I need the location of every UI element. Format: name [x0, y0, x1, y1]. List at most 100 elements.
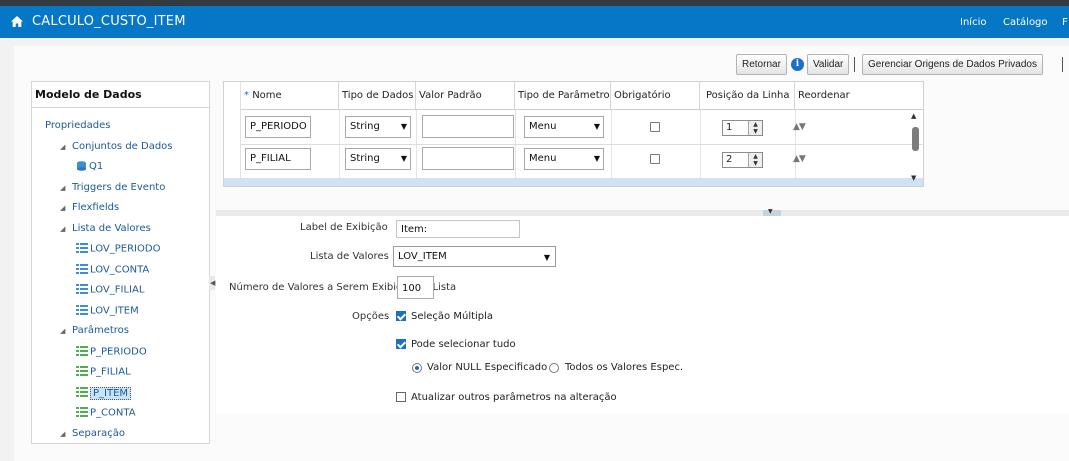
default-value-input[interactable] [422, 147, 514, 170]
collapse-triangle-icon: ◢ [60, 143, 66, 151]
select-all-label: Pode selecionar tudo [411, 339, 516, 350]
expand-triangle-icon: ◢ [60, 204, 66, 212]
tree-item-parameters[interactable]: ◢ Parâmetros [60, 325, 129, 336]
display-label-input[interactable]: Item: [396, 220, 520, 238]
spin-down-icon: ▼ [753, 128, 758, 135]
return-button[interactable]: Retornar [736, 54, 787, 75]
null-value-label: Valor NULL Especificado [427, 362, 548, 373]
expand-triangle-icon: ◢ [60, 430, 66, 438]
dropdown-arrow-icon: ▼ [543, 253, 550, 262]
expand-triangle-icon: ◢ [60, 184, 66, 192]
dropdown-arrow-icon: ▼ [400, 154, 407, 163]
all-values-radio[interactable] [549, 363, 559, 373]
toolbar-divider [1062, 57, 1063, 72]
required-checkbox[interactable] [650, 122, 660, 132]
parameter-icon [76, 387, 88, 397]
column-header-row-position[interactable]: Posição da Linha [700, 82, 795, 110]
num-values-input[interactable]: 100 [397, 276, 434, 299]
param-type-select[interactable]: Menu ▼ [524, 148, 604, 170]
validate-button[interactable]: Validar [807, 54, 850, 75]
more-link[interactable]: F [1062, 17, 1068, 28]
tree-item-lov-conta[interactable]: LOV_CONTA [76, 264, 149, 276]
column-header-default-value[interactable]: Valor Padrão [416, 82, 515, 110]
tree-item-lov-item[interactable]: LOV_ITEM [76, 305, 139, 317]
tree-item-p-filial[interactable]: P_FILIAL [76, 366, 131, 378]
dropdown-arrow-icon: ▼ [593, 122, 600, 131]
dropdown-arrow-icon: ▼ [593, 154, 600, 163]
spin-down-icon: ▼ [753, 160, 758, 167]
list-of-values-icon [76, 284, 88, 294]
list-of-values-icon [76, 305, 88, 315]
select-all-checkbox[interactable] [396, 339, 406, 349]
reorder-arrows-icon[interactable]: ▲▼ [793, 122, 806, 132]
data-type-select[interactable]: String ▼ [345, 116, 411, 138]
dropdown-arrow-icon: ▼ [400, 122, 407, 131]
parameter-icon [76, 346, 88, 356]
table-scrollbar[interactable]: ▲ ▼ [909, 112, 923, 186]
column-header-reorder[interactable]: Reordenar [795, 82, 923, 110]
scroll-up-icon: ▲ [911, 112, 917, 120]
list-of-values-icon [76, 243, 88, 253]
lov-select[interactable]: LOV_ITEM ▼ [393, 246, 556, 267]
column-header-required[interactable]: Obrigatório [611, 82, 700, 110]
param-name-input[interactable]: P_PERIODO [245, 116, 311, 138]
display-label-label: Label de Exibição [300, 222, 388, 233]
column-header-parameter-type[interactable]: Tipo de Parâmetro [515, 82, 611, 110]
home-icon[interactable] [11, 16, 23, 27]
catalog-link[interactable]: Catálogo [1003, 17, 1048, 28]
param-type-select[interactable]: Menu ▼ [524, 116, 604, 138]
multi-select-label: Seleção Múltipla [411, 311, 494, 322]
tree-item-datasets[interactable]: ◢ Conjuntos de Dados [60, 141, 173, 152]
refresh-others-checkbox[interactable] [396, 392, 406, 402]
data-model-panel: Modelo de Dados Propriedades ◢ Conjuntos … [31, 81, 210, 444]
row-selector-column [224, 82, 241, 186]
scroll-down-icon: ▼ [911, 174, 917, 182]
tree-item-separation[interactable]: ◢ Separação [60, 428, 125, 439]
null-value-radio[interactable] [412, 363, 422, 373]
parameter-icon [76, 407, 88, 417]
toolbar-divider [854, 57, 855, 72]
tree-item-p-item[interactable]: P_ITEM [76, 386, 132, 400]
info-icon[interactable]: i [791, 58, 804, 71]
parameter-detail-panel: Label de Exibição Item: Lista de Valores… [216, 216, 1069, 413]
collapse-triangle-icon: ◢ [60, 327, 66, 335]
tree-item-triggers[interactable]: ◢ Triggers de Evento [60, 182, 165, 193]
tree-item-p-conta[interactable]: P_CONTA [76, 407, 136, 419]
refresh-others-label: Atualizar outros parâmetros na alteração [411, 392, 617, 403]
row-position-spinner[interactable]: 2 ▲ ▼ [722, 152, 763, 168]
parameters-table: * Nome Tipo de Dados Valor Padrão Tipo d… [223, 81, 924, 187]
scroll-thumb[interactable] [912, 127, 919, 151]
tree-item-lov-list[interactable]: ◢ Lista de Valores [60, 223, 151, 234]
tree-item-properties[interactable]: Propriedades [45, 120, 110, 131]
selected-table-row[interactable] [224, 178, 923, 186]
options-label: Opções [352, 311, 390, 322]
panel-title: Modelo de Dados [32, 82, 209, 108]
parameter-icon [76, 366, 88, 376]
tree-item-q1[interactable]: Q1 [76, 161, 103, 172]
collapse-left-icon: ◀ [210, 279, 216, 287]
multi-select-checkbox[interactable] [396, 311, 406, 321]
reorder-arrows-icon[interactable]: ▲▼ [793, 154, 806, 164]
home-link[interactable]: Início [960, 17, 986, 28]
panel-splitter[interactable]: ◀ [209, 276, 215, 290]
page-title: CALCULO_CUSTO_ITEM [32, 14, 186, 29]
manage-private-sources-button[interactable]: Gerenciar Origens de Dados Privados [862, 54, 1043, 75]
tree-item-p-periodo[interactable]: P_PERIODO [76, 346, 147, 358]
default-value-input[interactable] [422, 115, 514, 138]
tree-item-lov-filial[interactable]: LOV_FILIAL [76, 284, 144, 296]
lov-label: Lista de Valores [310, 251, 389, 262]
required-checkbox[interactable] [650, 154, 660, 164]
row-position-spinner[interactable]: 1 ▲ ▼ [722, 120, 763, 136]
tree-item-lov-periodo[interactable]: LOV_PERIODO [76, 243, 160, 255]
list-of-values-icon [76, 264, 88, 274]
data-type-select[interactable]: String ▼ [345, 148, 411, 170]
spin-up-icon: ▲ [753, 153, 758, 160]
tree-item-flexfields[interactable]: ◢ Flexfields [60, 202, 119, 213]
all-values-label: Todos os Valores Espec. [565, 362, 684, 373]
collapse-triangle-icon: ◢ [60, 225, 66, 233]
app-header: CALCULO_CUSTO_ITEM Início Catálogo F [0, 6, 1069, 38]
collapse-down-icon: ▼ [768, 208, 773, 215]
column-header-data-type[interactable]: Tipo de Dados [339, 82, 416, 110]
param-name-input[interactable]: P_FILIAL [245, 148, 311, 170]
column-header-name[interactable]: * Nome [241, 82, 339, 110]
